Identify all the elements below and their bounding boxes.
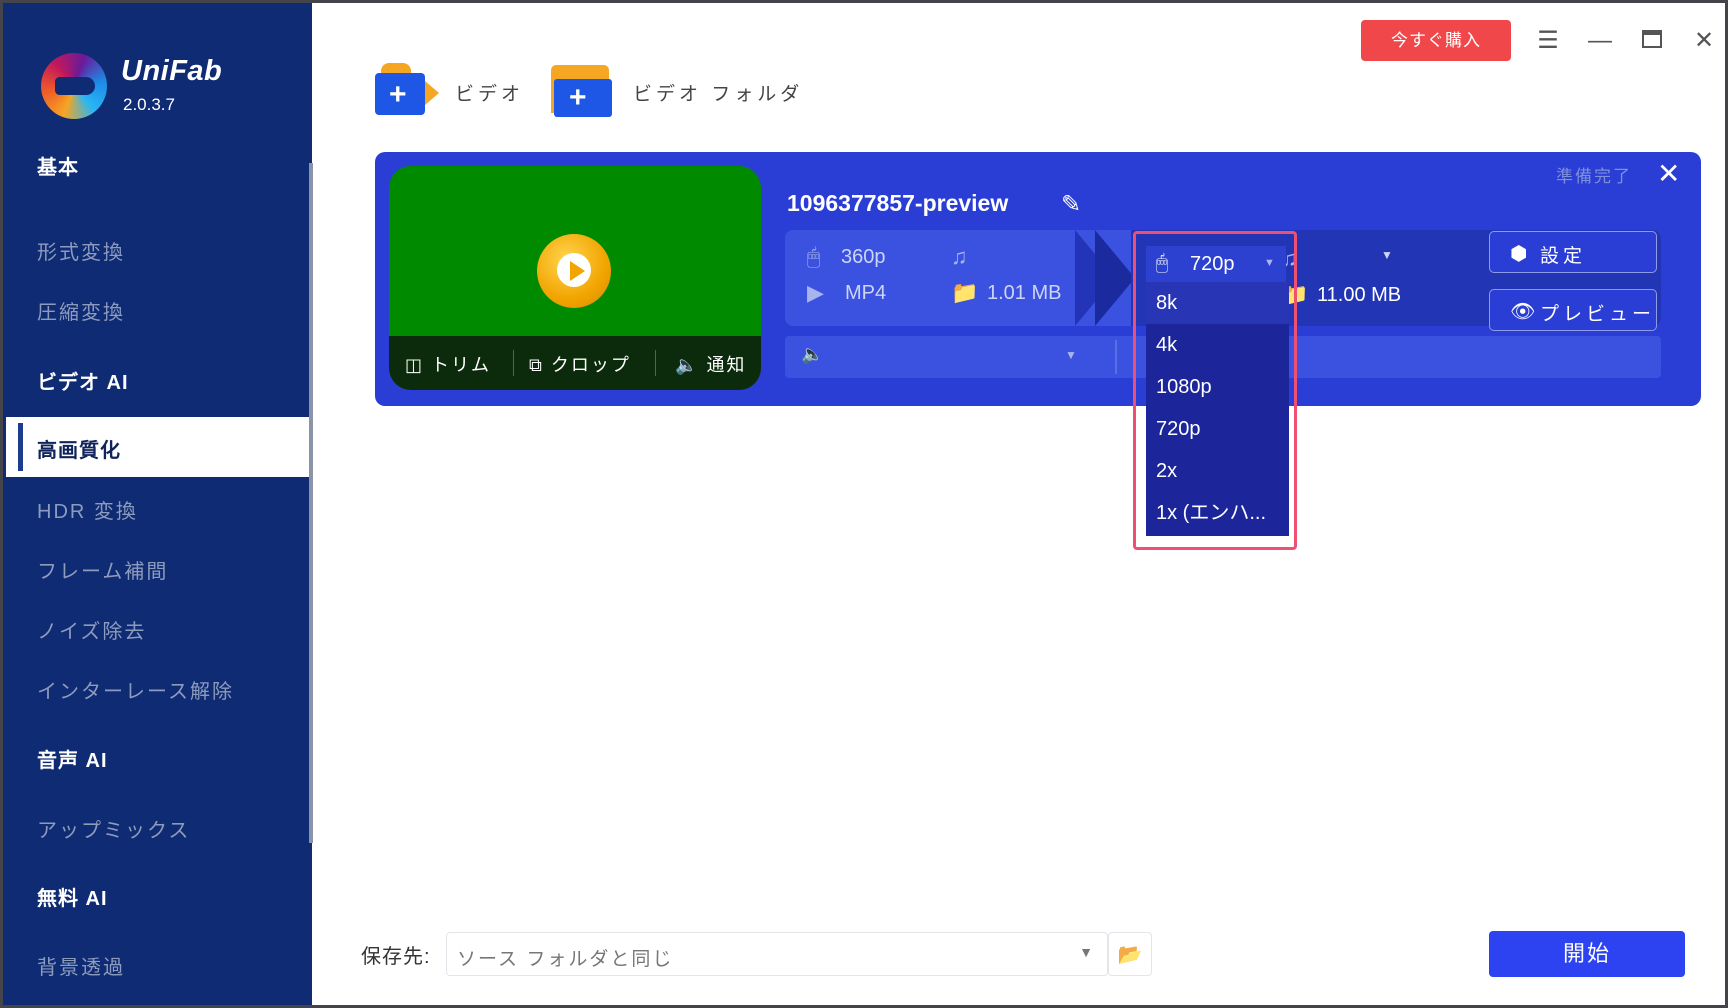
status-text: 準備完了 <box>1556 167 1632 186</box>
app-name: UniFab <box>121 55 223 87</box>
output-size: 11.00 MB <box>1317 284 1402 306</box>
browse-folder-button[interactable]: 📂 <box>1108 932 1152 976</box>
video-filename: 1096377857-preview <box>787 190 1009 216</box>
arrow-icon <box>1075 230 1135 326</box>
notify-label: 通知 <box>706 355 747 375</box>
trim-label: トリム <box>431 355 492 375</box>
start-button[interactable]: 開始 <box>1489 931 1685 977</box>
active-indicator <box>18 423 23 471</box>
maximize-icon[interactable] <box>1638 27 1666 55</box>
resolution-option-720p[interactable]: 720p <box>1146 408 1289 450</box>
crop-icon: ⧉ <box>529 355 544 375</box>
sidebar-item-denoise[interactable]: ノイズ除去 <box>37 615 146 644</box>
monitor-icon: 🖱 <box>807 244 821 269</box>
resolution-option-1080p[interactable]: 1080p <box>1146 366 1289 408</box>
audio-track-dropdown-arrow[interactable]: ▼ <box>1065 348 1077 362</box>
folder-icon: 📁 <box>951 280 979 305</box>
resolution-option-2x[interactable]: 2x <box>1146 450 1289 492</box>
close-icon[interactable]: ✕ <box>1690 27 1718 55</box>
add-folder-label: ビデオ フォルダ <box>633 84 804 105</box>
nav-section-free-ai: 無料 AI <box>37 888 108 910</box>
settings-label: 設定 <box>1540 246 1587 267</box>
nav-section-audio-ai: 音声 AI <box>37 750 108 772</box>
notify-button[interactable]: 🔈 通知 <box>675 351 746 377</box>
sidebar-item-compress[interactable]: 圧縮変換 <box>37 296 125 325</box>
volume-icon: 🔈 <box>801 344 824 364</box>
resolution-option-4k[interactable]: 4k <box>1146 324 1289 366</box>
preview-label: プレビュー <box>1540 304 1656 325</box>
output-folder-value: ソース フォルダと同じ <box>457 949 674 970</box>
folder-open-icon: 📂 <box>1117 944 1143 966</box>
monitor-icon: 🖱 <box>1156 252 1168 274</box>
source-size: 1.01 MB <box>987 282 1062 304</box>
music-icon: ♫ <box>951 244 968 269</box>
crop-button[interactable]: ⧉ クロップ <box>529 351 631 377</box>
source-info: 🖱 360p ▶ MP4 ♫ 📁 1.01 MB <box>785 230 1085 326</box>
thumbnail-toolbar: ◫ トリム ⧉ クロップ 🔈 通知 <box>389 336 761 390</box>
resolution-select[interactable]: 🖱 720p ▼ <box>1146 246 1286 282</box>
sidebar-item-enhance[interactable]: 高画質化 <box>6 417 309 477</box>
chevron-down-icon: ▼ <box>1079 944 1093 960</box>
add-folder-icon: + <box>551 61 612 117</box>
resolution-option-8k[interactable]: 8k <box>1146 282 1289 324</box>
sidebar-item-deinterlace[interactable]: インターレース解除 <box>37 675 234 704</box>
sidebar-scrollbar[interactable] <box>309 163 313 843</box>
nav-section-basic: 基本 <box>37 157 79 179</box>
resolution-value: 720p <box>1190 253 1235 275</box>
sidebar-item-hdr[interactable]: HDR 変換 <box>37 495 138 524</box>
eye-icon: 👁 <box>1510 301 1540 323</box>
minimize-icon[interactable]: — <box>1586 27 1614 55</box>
brand: UniFab 2.0.3.7 <box>41 49 281 129</box>
trim-button[interactable]: ◫ トリム <box>405 351 491 377</box>
resolution-option-1x-enhance[interactable]: 1x (エンハ... <box>1146 492 1289 534</box>
buy-now-button[interactable]: 今すぐ購入 <box>1361 20 1511 61</box>
app-version: 2.0.3.7 <box>123 95 175 114</box>
sidebar-item-frame-interpolation[interactable]: フレーム補間 <box>37 555 168 584</box>
speaker-icon: 🔈 <box>675 355 700 375</box>
unifab-logo <box>41 53 107 119</box>
task-card: ◫ トリム ⧉ クロップ 🔈 通知 1096377857-preview ✎ 準… <box>375 152 1701 406</box>
video-file-icon: ▶ <box>807 280 824 305</box>
sidebar-item-label: 高画質化 <box>37 440 121 462</box>
sidebar: UniFab 2.0.3.7 基本 形式変換 圧縮変換 ビデオ AI 高画質化 … <box>3 3 313 1005</box>
sidebar-item-format-convert[interactable]: 形式変換 <box>37 236 125 265</box>
sidebar-item-bg-transparent[interactable]: 背景透過 <box>37 951 125 980</box>
add-folder-button[interactable]: + ビデオ フォルダ <box>551 59 799 119</box>
source-format: MP4 <box>845 282 887 304</box>
save-to-label: 保存先: <box>361 946 431 968</box>
add-video-label: ビデオ <box>455 84 525 105</box>
gear-icon: ⬢ <box>1510 243 1532 265</box>
video-thumbnail[interactable]: ◫ トリム ⧉ クロップ 🔈 通知 <box>389 166 761 390</box>
audio-dropdown-arrow[interactable]: ▼ <box>1381 248 1393 262</box>
trim-icon: ◫ <box>405 355 425 375</box>
edit-name-icon[interactable]: ✎ <box>1061 190 1081 219</box>
add-video-icon: + <box>375 63 439 117</box>
remove-task-icon[interactable]: ✕ <box>1657 157 1680 190</box>
output-folder-select[interactable]: ソース フォルダと同じ ▼ <box>446 932 1108 976</box>
preview-button[interactable]: 👁 プレビュー <box>1489 289 1657 331</box>
app-window: UniFab 2.0.3.7 基本 形式変換 圧縮変換 ビデオ AI 高画質化 … <box>0 0 1728 1008</box>
source-resolution: 360p <box>841 246 886 268</box>
resolution-options: 8k 4k 1080p 720p 2x 1x (エンハ... <box>1146 282 1289 536</box>
nav-section-video-ai: ビデオ AI <box>37 372 129 394</box>
sidebar-item-upmix[interactable]: アップミックス <box>37 814 190 843</box>
settings-button[interactable]: ⬢ 設定 <box>1489 231 1657 273</box>
crop-label: クロップ <box>550 355 631 375</box>
chevron-down-icon: ▼ <box>1264 257 1275 269</box>
add-video-button[interactable]: + ビデオ <box>375 59 525 119</box>
menu-icon[interactable]: ☰ <box>1534 27 1562 55</box>
